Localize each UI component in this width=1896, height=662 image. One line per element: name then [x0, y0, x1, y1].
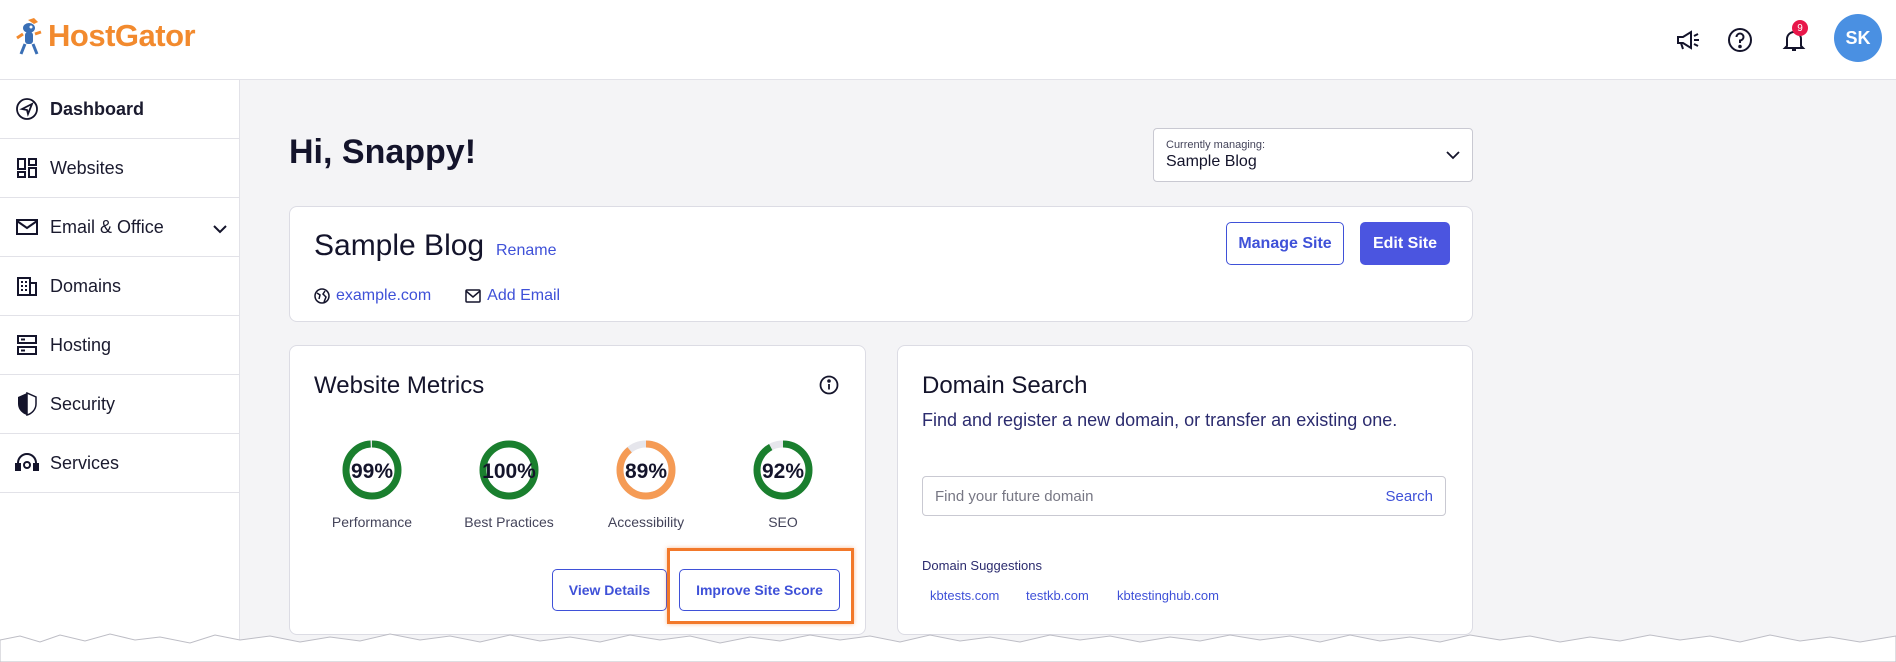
notification-badge: 9 [1792, 20, 1808, 36]
shield-icon [14, 391, 40, 417]
domain-link[interactable]: example.com [314, 287, 431, 305]
rename-link[interactable]: Rename [496, 242, 556, 260]
add-email-text: Add Email [487, 287, 561, 304]
add-email-link[interactable]: Add Email [465, 287, 560, 305]
metric-performance: 99% Performance [307, 434, 437, 530]
mail-icon [14, 214, 40, 240]
domain-suggestion[interactable]: kbtestinghub.com [1117, 588, 1219, 603]
metric-value: 100% [482, 460, 536, 483]
brand-name: HostGator [48, 18, 196, 53]
metric-label: SEO [768, 514, 798, 530]
search-placeholder: Find your future domain [935, 487, 1094, 505]
sidebar-item-hosting[interactable]: Hosting [0, 316, 239, 375]
sidebar-item-security[interactable]: Security [0, 375, 239, 434]
chevron-down-icon [1446, 147, 1460, 165]
site-selector-value: Sample Blog [1166, 153, 1257, 170]
help-icon[interactable] [1722, 22, 1758, 58]
sidebar-item-label: Services [50, 452, 120, 473]
metric-value: 92% [761, 460, 805, 483]
sidebar-item-label: Email & Office [50, 216, 164, 237]
site-selector-label: Currently managing: [1166, 139, 1266, 151]
torn-edge-decoration [0, 633, 1896, 662]
chevron-down-icon[interactable] [213, 218, 227, 239]
domain-search-title: Domain Search [922, 372, 1088, 399]
domain-suggestion[interactable]: testkb.com [1026, 588, 1089, 603]
search-button[interactable]: Search [1385, 488, 1433, 505]
sidebar-item-domains[interactable]: Domains [0, 257, 239, 316]
globe-icon [314, 288, 330, 304]
metric-label: Best Practices [464, 514, 554, 530]
domain-search-subtitle: Find and register a new domain, or trans… [922, 410, 1398, 430]
sidebar-item-services[interactable]: Services [0, 434, 239, 493]
gator-mascot-icon [16, 18, 42, 55]
metric-label: Accessibility [607, 514, 685, 530]
domain-search-input[interactable]: Find your future domain Search [922, 476, 1446, 516]
highlight-box [667, 548, 854, 624]
top-header: HostGator 9 SK [0, 0, 1896, 80]
grid-icon [14, 155, 40, 181]
hostgator-logo[interactable]: HostGator [14, 16, 196, 56]
metric-value: 89% [624, 460, 668, 483]
metric-seo: 92% SEO [718, 434, 848, 530]
sidebar: Dashboard Websites Email & Office Domain… [0, 80, 240, 662]
bell-icon[interactable]: 9 [1776, 20, 1812, 58]
sidebar-item-email-office[interactable]: Email & Office [0, 198, 239, 257]
sidebar-item-label: Websites [50, 157, 124, 178]
mail-icon [465, 289, 481, 303]
metric-best-practices: 100% Best Practices [444, 434, 574, 530]
sidebar-item-dashboard[interactable]: Dashboard [0, 80, 239, 139]
sidebar-item-label: Dashboard [50, 98, 145, 119]
edit-site-button[interactable]: Edit Site [1360, 222, 1450, 265]
domain-link-text: example.com [336, 287, 432, 304]
suggestions-heading: Domain Suggestions [922, 558, 1042, 573]
metric-label: Performance [331, 514, 413, 530]
domain-search-card: Domain Search Find and register a new do… [897, 345, 1473, 635]
building-icon [14, 273, 40, 299]
sidebar-item-websites[interactable]: Websites [0, 139, 239, 198]
support-icon [14, 450, 40, 476]
metrics-title: Website Metrics [314, 372, 485, 399]
metric-value: 99% [350, 460, 394, 483]
site-selector[interactable]: Currently managing: Sample Blog [1153, 128, 1473, 182]
sidebar-item-label: Hosting [50, 334, 112, 355]
sidebar-item-label: Domains [50, 275, 122, 296]
megaphone-icon[interactable] [1670, 22, 1706, 58]
view-details-button[interactable]: View Details [552, 569, 667, 611]
navigation-icon [14, 96, 40, 122]
server-icon [14, 332, 40, 358]
domain-suggestion[interactable]: kbtests.com [930, 588, 999, 603]
metric-accessibility: 89% Accessibility [581, 434, 711, 530]
site-title: Sample Blog [314, 229, 485, 262]
user-avatar[interactable]: SK [1834, 14, 1882, 62]
sidebar-item-label: Security [50, 393, 116, 414]
site-card: Sample Blog Rename example.com Add Email… [289, 206, 1473, 322]
info-icon[interactable] [819, 375, 839, 400]
page-title: Hi, Snappy! [289, 133, 477, 171]
manage-site-button[interactable]: Manage Site [1226, 222, 1344, 265]
